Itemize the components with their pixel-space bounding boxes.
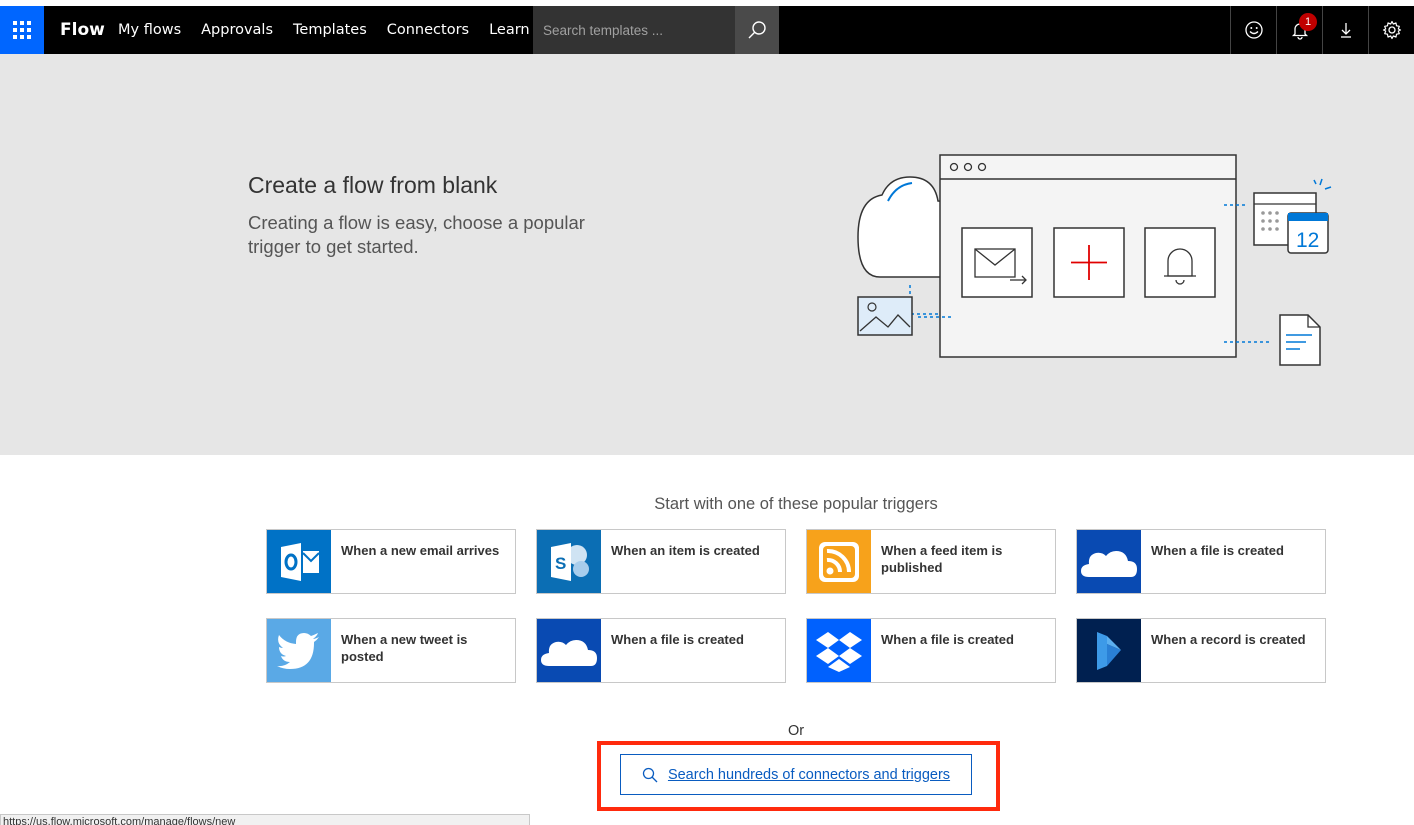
trigger-card-sharepoint[interactable]: S When an item is created <box>536 529 786 594</box>
image-icon <box>857 296 913 336</box>
trigger-card-twitter[interactable]: When a new tweet is posted <box>266 618 516 683</box>
trigger-card-outlook[interactable]: When a new email arrives <box>266 529 516 594</box>
trigger-card-dynamics[interactable]: When a record is created <box>1076 618 1326 683</box>
trigger-card-onedrive-business[interactable]: When a file is created <box>1076 529 1326 594</box>
outlook-icon <box>267 530 331 593</box>
nav-connectors[interactable]: Connectors <box>387 6 469 54</box>
nav-learn-label: Learn <box>489 22 530 38</box>
onedrive-icon <box>537 619 601 682</box>
hero-illustration: 12 <box>857 154 1332 366</box>
status-url-bar: https://us.flow.microsoft.com/manage/flo… <box>0 814 530 825</box>
gear-icon <box>1382 20 1401 40</box>
header-actions: 1 <box>1230 6 1414 54</box>
sharepoint-icon: S <box>537 530 601 593</box>
trigger-label: When an item is created <box>611 543 760 558</box>
search-icon <box>748 21 766 39</box>
brand-title[interactable]: Flow <box>60 6 105 54</box>
template-search <box>533 6 779 54</box>
add-icon <box>1053 227 1125 298</box>
smiley-icon <box>1244 21 1263 39</box>
trigger-card-rss[interactable]: When a feed item is published <box>806 529 1056 594</box>
search-connectors-label: Search hundreds of connectors and trigge… <box>667 766 951 783</box>
download-icon <box>1340 23 1351 38</box>
download-button[interactable] <box>1322 6 1368 54</box>
calendar-day-number: 12 <box>1296 229 1319 252</box>
search-icon <box>642 767 658 782</box>
nav-my-flows[interactable]: My flows <box>118 6 181 54</box>
document-icon <box>1279 314 1321 366</box>
trigger-label: When a file is created <box>1151 543 1284 558</box>
nav-templates[interactable]: Templates <box>293 6 367 54</box>
twitter-icon <box>267 619 331 682</box>
trigger-label: When a new tweet is posted <box>341 632 468 664</box>
hero-banner: Create a flow from blank Creating a flow… <box>0 54 1414 455</box>
nav-approvals[interactable]: Approvals <box>201 6 273 54</box>
waffle-icon <box>13 21 31 39</box>
trigger-label: When a new email arrives <box>341 543 500 558</box>
hero-title: Create a flow from blank <box>248 172 498 198</box>
cloud-icon <box>857 176 946 278</box>
dynamics-icon <box>1077 619 1141 682</box>
hero-subtitle: Creating a flow is easy, choose a popula… <box>248 212 585 257</box>
notifications-button[interactable]: 1 <box>1276 6 1322 54</box>
search-connectors-button[interactable]: Search hundreds of connectors and trigge… <box>620 754 972 795</box>
settings-button[interactable] <box>1368 6 1414 54</box>
feedback-button[interactable] <box>1230 6 1276 54</box>
top-nav: Flow My flows Approvals Templates Connec… <box>0 6 1414 54</box>
mail-icon <box>961 227 1033 298</box>
trigger-card-onedrive[interactable]: When a file is created <box>536 618 786 683</box>
trigger-label: When a feed item is published <box>881 543 1003 575</box>
search-button[interactable] <box>735 6 779 54</box>
search-input[interactable] <box>533 6 735 54</box>
trigger-label: When a record is created <box>1151 632 1306 647</box>
trigger-card-dropbox[interactable]: When a file is created <box>806 618 1056 683</box>
svg-text:S: S <box>555 554 566 573</box>
app-launcher-button[interactable] <box>0 6 44 54</box>
trigger-label: When a file is created <box>611 632 744 647</box>
nav-links: My flows Approvals Templates Connectors … <box>118 6 561 54</box>
onedrive-business-icon <box>1077 530 1141 593</box>
trigger-label: When a file is created <box>881 632 1014 647</box>
bell-icon <box>1144 227 1216 298</box>
or-separator: Or <box>787 723 805 739</box>
triggers-heading: Start with one of these popular triggers <box>654 495 938 513</box>
rss-icon <box>807 530 871 593</box>
calendar-icon: 12 <box>1253 178 1332 254</box>
notification-badge: 1 <box>1299 13 1317 31</box>
dropbox-icon <box>807 619 871 682</box>
